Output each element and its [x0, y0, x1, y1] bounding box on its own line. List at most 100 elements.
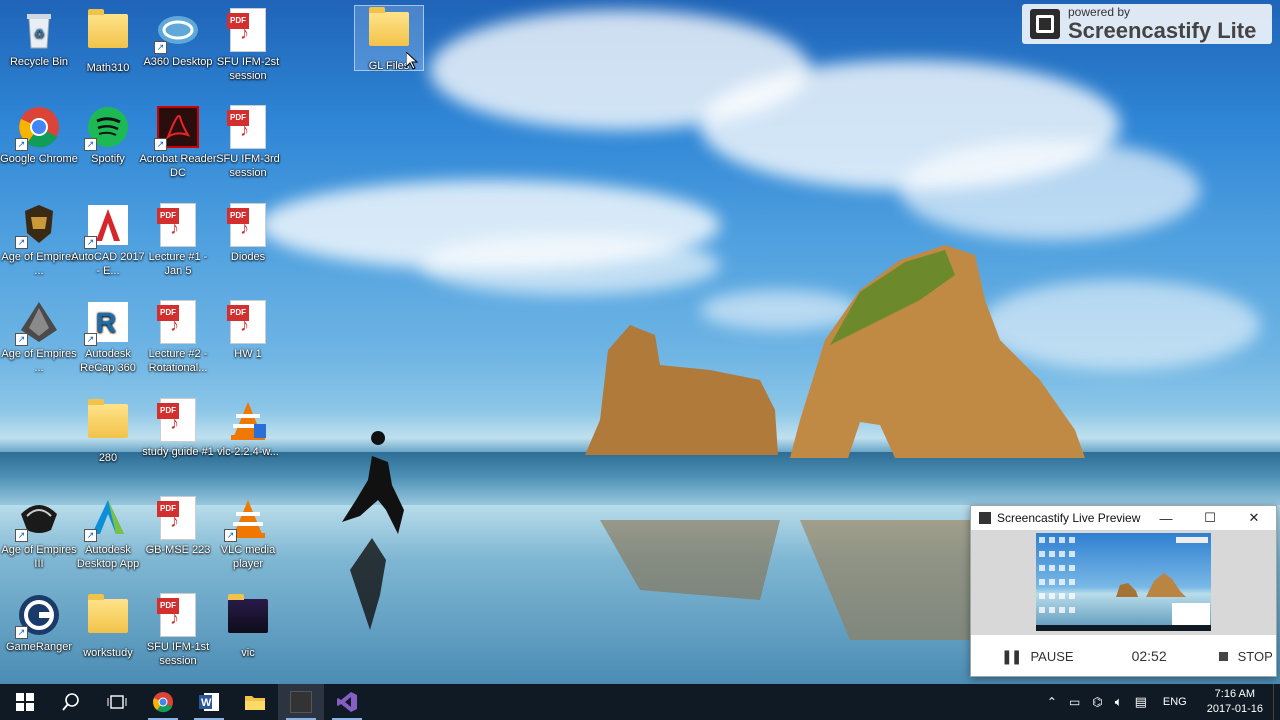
taskbar-chrome[interactable] — [140, 684, 186, 720]
desktop-icon-autodesk-desktop-app[interactable]: ↗ Autodesk Desktop App — [69, 496, 147, 571]
language-indicator[interactable]: ENG — [1153, 696, 1197, 708]
age-of-empires-icon: ↗ — [15, 203, 61, 249]
taskbar-screencastify[interactable] — [278, 684, 324, 720]
desktop-icon-a360-desktop[interactable]: ↗ A360 Desktop — [139, 8, 217, 69]
preview-thumbnail — [971, 530, 1276, 635]
chrome-icon — [153, 692, 173, 713]
network-icon[interactable]: ⌬ — [1086, 695, 1108, 709]
screencastify-badge: powered by Screencastify Lite — [1022, 4, 1272, 44]
age-of-empires-iii-icon: ↗ — [15, 496, 61, 542]
svg-text:W: W — [201, 697, 212, 709]
desktop-icon-label: SFU IFM-1st session — [146, 641, 210, 667]
pdf-icon: PDF ♪ — [156, 203, 200, 247]
folder-icon — [226, 594, 270, 643]
maximize-button[interactable]: ☐ — [1188, 506, 1232, 530]
acrobat-icon: ↗ — [154, 105, 200, 151]
stop-button[interactable]: STOP — [1218, 648, 1273, 664]
desktop-icon-label: vic — [241, 647, 255, 659]
desktop-icon-vlc-media-player[interactable]: ↗ VLC media player — [209, 496, 287, 571]
desktop-icon-label: Acrobat Reader DC — [139, 153, 217, 179]
desktop-icon-sfu-ifm-1st[interactable]: PDF ♪ SFU IFM-1st session — [139, 593, 217, 668]
desktop-icon-vlc-installer[interactable]: vlc-2.2.4-w... — [209, 398, 287, 459]
clock[interactable]: 7:16 AM 2017-01-16 — [1197, 687, 1273, 717]
screencastify-live-preview-window[interactable]: Screencastify Live Preview — ☐ ✕ ❚❚ PAUS… — [970, 505, 1277, 677]
show-hidden-icons-chevron-icon[interactable]: ⌃ — [1041, 695, 1063, 709]
desktop-icon-label: GL Files — [368, 60, 410, 72]
recap-icon: R ↗ — [84, 300, 130, 346]
minimize-button[interactable]: — — [1144, 506, 1188, 530]
pdf-icon: PDF ♪ — [156, 300, 200, 344]
pdf-icon: PDF ♪ — [156, 398, 200, 442]
desktop-icon-math310[interactable]: Math310 — [69, 8, 147, 75]
clock-date: 2017-01-16 — [1206, 703, 1263, 715]
pause-button[interactable]: ❚❚ PAUSE — [1001, 648, 1074, 665]
desktop-icon-sfu-ifm-3rd[interactable]: PDF ♪ SFU IFM-3rd session — [209, 105, 287, 180]
taskbar: W ⌃ ▭ ⌬ 🔈︎ ▤ ENG 7:16 AM 2017-01-16 — [0, 684, 1280, 720]
vlc-icon — [226, 398, 270, 442]
age-of-empires-icon: ↗ — [15, 300, 61, 346]
recycle-bin-icon: ♻ — [17, 8, 61, 52]
desktop-icon-label: study guide #1 — [142, 446, 214, 458]
autocad-icon: ↗ — [84, 203, 130, 249]
desktop-icon-autodesk-recap[interactable]: R ↗ Autodesk ReCap 360 — [69, 300, 147, 375]
desktop-icon-vic[interactable]: vic — [209, 593, 287, 660]
pdf-icon: PDF ♪ — [226, 203, 270, 247]
shortcut-arrow-icon: ↗ — [84, 529, 97, 542]
desktop-icon-spotify[interactable]: ↗ Spotify — [69, 105, 147, 166]
desktop-icon-age-of-empires-1[interactable]: ↗ Age of Empires ... — [0, 203, 78, 278]
desktop-icon-gameranger[interactable]: ↗ GameRanger — [0, 593, 78, 654]
pdf-icon: PDF ♪ — [226, 105, 270, 149]
desktop-icon-age-of-empires-iii[interactable]: ↗ Age of Empires III — [0, 496, 78, 571]
desktop-icon-label: vlc-2.2.4-w... — [217, 446, 279, 458]
start-button[interactable] — [2, 684, 48, 720]
desktop-icon-sfu-ifm-2st[interactable]: PDF ♪ SFU IFM-2st session — [209, 8, 287, 83]
desktop-icon-autocad[interactable]: ↗ AutoCAD 2017 - E... — [69, 203, 147, 278]
taskbar-word[interactable]: W — [186, 684, 232, 720]
windows-logo-icon — [16, 693, 34, 711]
desktop-icon-acrobat-reader[interactable]: ↗ Acrobat Reader DC — [139, 105, 217, 180]
desktop-icon-google-chrome[interactable]: ↗ Google Chrome — [0, 105, 78, 166]
pause-icon: ❚❚ — [1001, 647, 1023, 664]
show-desktop-button[interactable] — [1273, 684, 1280, 720]
desktop-icon-age-of-empires-2[interactable]: ↗ Age of Empires ... — [0, 300, 78, 375]
spotify-icon: ↗ — [84, 105, 130, 151]
pdf-icon: PDF ♪ — [226, 300, 270, 344]
shortcut-arrow-icon: ↗ — [154, 138, 167, 151]
desktop-icon-recycle-bin[interactable]: ♻ Recycle Bin — [0, 8, 78, 69]
word-icon: W — [199, 693, 219, 711]
desktop-icon-hw-1[interactable]: PDF ♪ HW 1 — [209, 300, 287, 361]
desktop-icon-gb-mse-223[interactable]: PDF ♪ GB-MSE 223 — [139, 496, 217, 557]
taskbar-visual-studio[interactable] — [324, 684, 370, 720]
desktop-icon-study-guide-1[interactable]: PDF ♪ study guide #1 — [139, 398, 217, 459]
desktop-icon-280[interactable]: 280 — [69, 398, 147, 465]
pdf-icon: PDF ♪ — [156, 496, 200, 540]
desktop-icon-label: Lecture #2 - Rotational... — [148, 348, 208, 374]
clock-time: 7:16 AM — [1214, 688, 1256, 700]
stop-label: STOP — [1237, 648, 1273, 664]
pdf-icon: PDF ♪ — [226, 8, 270, 52]
search-button[interactable] — [48, 684, 94, 720]
desktop-icon-label: GameRanger — [5, 641, 73, 653]
desktop-icon-label: Diodes — [230, 251, 266, 263]
task-view-button[interactable] — [94, 684, 140, 720]
visual-studio-icon — [337, 692, 357, 712]
power-icon[interactable]: ▭ — [1063, 695, 1086, 709]
desktop-icon-workstudy[interactable]: workstudy — [69, 593, 147, 660]
desktop-icon-diodes[interactable]: PDF ♪ Diodes — [209, 203, 287, 264]
shortcut-arrow-icon: ↗ — [15, 626, 28, 639]
action-center-icon[interactable]: ▤ — [1129, 694, 1153, 710]
vlc-icon: ↗ — [224, 496, 270, 542]
preview-title: Screencastify Live Preview — [997, 511, 1141, 525]
a360-icon: ↗ — [154, 8, 200, 54]
taskbar-file-explorer[interactable] — [232, 684, 278, 720]
shortcut-arrow-icon: ↗ — [84, 333, 97, 346]
preview-titlebar[interactable]: Screencastify Live Preview — ☐ ✕ — [971, 506, 1276, 530]
desktop-icon-lecture-2[interactable]: PDF ♪ Lecture #2 - Rotational... — [139, 300, 217, 375]
search-icon — [62, 693, 79, 711]
preview-thumbnail-image — [1036, 533, 1211, 631]
desktop-icon-lecture-1[interactable]: PDF ♪ Lecture #1 - Jan 5 — [139, 203, 217, 278]
close-button[interactable]: ✕ — [1232, 506, 1276, 530]
gameranger-icon: ↗ — [15, 593, 61, 639]
volume-icon[interactable]: 🔈︎ — [1109, 694, 1129, 710]
mouse-cursor-icon — [405, 50, 419, 75]
